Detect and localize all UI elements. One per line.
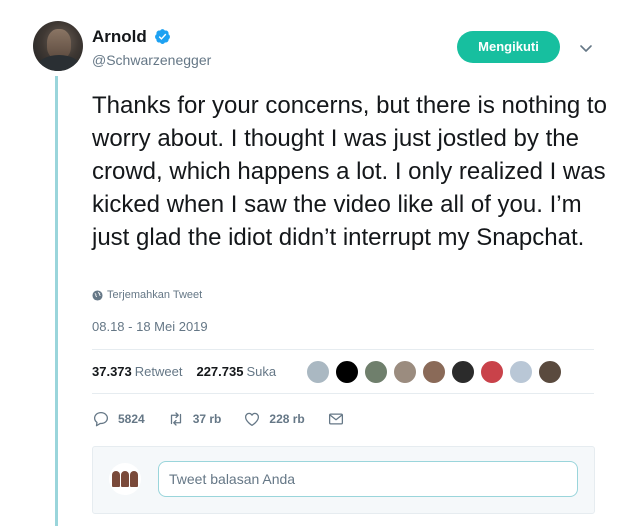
divider bbox=[92, 349, 594, 350]
liker-avatar[interactable] bbox=[480, 360, 504, 384]
retweet-count: 37.373 bbox=[92, 364, 132, 379]
author-avatar[interactable] bbox=[33, 21, 83, 71]
author-handle[interactable]: @Schwarzenegger bbox=[92, 52, 211, 68]
author-display-name[interactable]: Arnold bbox=[92, 27, 147, 47]
divider bbox=[92, 393, 594, 394]
tweet-timestamp[interactable]: 08.18 - 18 Mei 2019 bbox=[92, 319, 208, 334]
retweet-icon bbox=[170, 412, 181, 426]
liker-avatar[interactable] bbox=[538, 360, 562, 384]
retweet-stat[interactable]: 37.373 Retweet bbox=[92, 364, 182, 379]
following-button[interactable]: Mengikuti bbox=[457, 31, 560, 63]
verified-badge-icon bbox=[155, 29, 170, 44]
like-action-count: 228 rb bbox=[269, 412, 305, 426]
tweet-text: Thanks for your concerns, but there is n… bbox=[92, 92, 607, 251]
translate-tweet-label: Terjemahkan Tweet bbox=[107, 289, 203, 301]
like-stat-label: Suka bbox=[246, 364, 277, 379]
translate-tweet-link[interactable]: Terjemahkan Tweet bbox=[92, 289, 202, 301]
like-stat[interactable]: 227.735 Suka bbox=[196, 364, 276, 379]
envelope-icon bbox=[328, 413, 343, 425]
liker-avatar[interactable] bbox=[306, 360, 330, 384]
direct-message-button[interactable] bbox=[327, 410, 345, 428]
globe-icon bbox=[92, 289, 103, 301]
heart-icon bbox=[245, 412, 260, 427]
liker-avatar[interactable] bbox=[422, 360, 446, 384]
chevron-down-icon[interactable] bbox=[578, 40, 594, 56]
retweet-stat-label: Retweet bbox=[134, 364, 183, 379]
reply-input[interactable] bbox=[158, 461, 578, 497]
retweet-action-count: 37 rb bbox=[192, 412, 222, 426]
like-button[interactable]: 228 rb bbox=[243, 410, 305, 428]
current-user-avatar[interactable] bbox=[109, 463, 141, 495]
tweet-actions: 5824 37 rb 228 rb bbox=[92, 410, 367, 428]
reply-icon bbox=[93, 411, 109, 427]
tweet-stats: 37.373 Retweet 227.735 Suka bbox=[92, 364, 276, 379]
thread-line bbox=[55, 76, 58, 526]
liker-avatar[interactable] bbox=[393, 360, 417, 384]
reply-composer bbox=[92, 446, 595, 514]
liker-avatar[interactable] bbox=[509, 360, 533, 384]
liker-avatar[interactable] bbox=[451, 360, 475, 384]
reply-button[interactable]: 5824 bbox=[92, 410, 145, 428]
like-count: 227.735 bbox=[196, 364, 244, 379]
liker-avatar[interactable] bbox=[364, 360, 388, 384]
reply-count: 5824 bbox=[118, 412, 145, 426]
liker-avatar[interactable] bbox=[335, 360, 359, 384]
retweet-button[interactable]: 37 rb bbox=[167, 410, 222, 428]
